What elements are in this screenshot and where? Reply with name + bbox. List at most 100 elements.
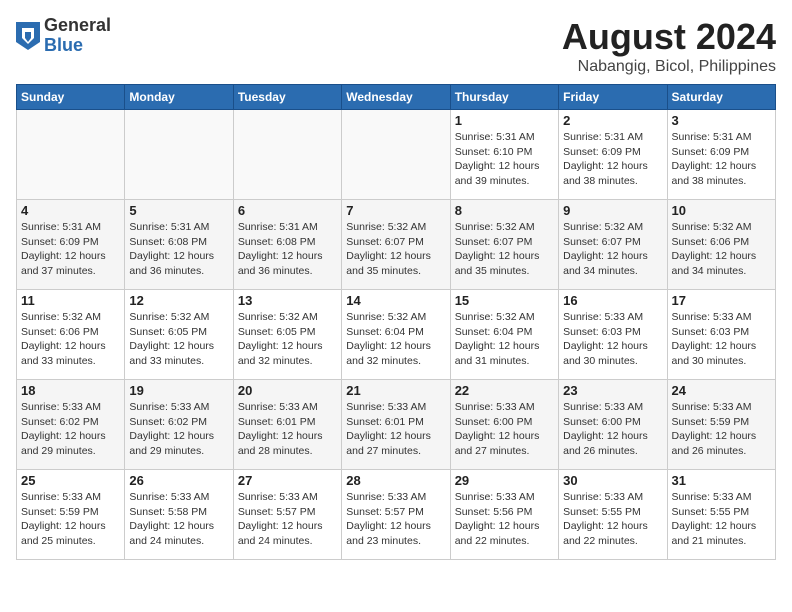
calendar-cell: 21Sunrise: 5:33 AM Sunset: 6:01 PM Dayli…: [342, 380, 450, 470]
weekday-header-friday: Friday: [559, 85, 667, 110]
weekday-header-thursday: Thursday: [450, 85, 558, 110]
location-subtitle: Nabangig, Bicol, Philippines: [562, 58, 776, 76]
day-number: 15: [455, 293, 554, 308]
title-block: August 2024 Nabangig, Bicol, Philippines: [562, 16, 776, 76]
day-number: 2: [563, 113, 662, 128]
day-detail: Sunrise: 5:31 AM Sunset: 6:09 PM Dayligh…: [672, 130, 771, 189]
day-number: 12: [129, 293, 228, 308]
day-detail: Sunrise: 5:33 AM Sunset: 5:55 PM Dayligh…: [563, 490, 662, 549]
day-detail: Sunrise: 5:31 AM Sunset: 6:09 PM Dayligh…: [563, 130, 662, 189]
day-number: 18: [21, 383, 120, 398]
day-number: 3: [672, 113, 771, 128]
day-number: 16: [563, 293, 662, 308]
calendar-cell: 9Sunrise: 5:32 AM Sunset: 6:07 PM Daylig…: [559, 200, 667, 290]
day-detail: Sunrise: 5:33 AM Sunset: 5:59 PM Dayligh…: [21, 490, 120, 549]
calendar-cell: 27 Sunrise: 5:33 AM Sunset: 5:57 PM Dayli…: [233, 470, 341, 560]
day-number: 4: [21, 203, 120, 218]
calendar-cell: 7 Sunrise: 5:32 AM Sunset: 6:07 PM Daylig…: [342, 200, 450, 290]
calendar-week-row: 18 Sunrise: 5:33 AM Sunset: 6:02 PM Dayli…: [17, 380, 776, 470]
calendar-cell: [342, 110, 450, 200]
calendar-cell: 30 Sunrise: 5:33 AM Sunset: 5:55 PM Dayli…: [559, 470, 667, 560]
calendar-cell: 10 Sunrise: 5:32 AM Sunset: 6:06 PM Dayli…: [667, 200, 775, 290]
day-number: 7: [346, 203, 445, 218]
day-number: 24: [672, 383, 771, 398]
calendar-cell: 4Sunrise: 5:31 AM Sunset: 6:09 PM Daylig…: [17, 200, 125, 290]
day-number: 21: [346, 383, 445, 398]
day-detail: Sunrise: 5:33 AM Sunset: 5:57 PM Dayligh…: [238, 490, 337, 549]
day-number: 5: [129, 203, 228, 218]
day-detail: Sunrise: 5:33 AM Sunset: 6:00 PM Dayligh…: [563, 400, 662, 459]
calendar-cell: 17Sunrise: 5:33 AM Sunset: 6:03 PM Dayli…: [667, 290, 775, 380]
calendar-cell: 29 Sunrise: 5:33 AM Sunset: 5:56 PM Dayli…: [450, 470, 558, 560]
day-number: 25: [21, 473, 120, 488]
calendar-cell: [125, 110, 233, 200]
logo-general: General: [44, 16, 111, 36]
weekday-header-tuesday: Tuesday: [233, 85, 341, 110]
weekday-header-sunday: Sunday: [17, 85, 125, 110]
calendar-cell: 31Sunrise: 5:33 AM Sunset: 5:55 PM Dayli…: [667, 470, 775, 560]
calendar-cell: [233, 110, 341, 200]
day-detail: Sunrise: 5:33 AM Sunset: 6:03 PM Dayligh…: [563, 310, 662, 369]
calendar-week-row: 1Sunrise: 5:31 AM Sunset: 6:10 PM Daylig…: [17, 110, 776, 200]
day-detail: Sunrise: 5:33 AM Sunset: 5:59 PM Dayligh…: [672, 400, 771, 459]
page-header: General Blue August 2024 Nabangig, Bicol…: [16, 16, 776, 76]
calendar-week-row: 25 Sunrise: 5:33 AM Sunset: 5:59 PM Dayli…: [17, 470, 776, 560]
day-detail: Sunrise: 5:32 AM Sunset: 6:06 PM Dayligh…: [21, 310, 120, 369]
weekday-header-row: SundayMondayTuesdayWednesdayThursdayFrid…: [17, 85, 776, 110]
day-number: 28: [346, 473, 445, 488]
weekday-header-saturday: Saturday: [667, 85, 775, 110]
day-detail: Sunrise: 5:33 AM Sunset: 6:02 PM Dayligh…: [129, 400, 228, 459]
day-detail: Sunrise: 5:33 AM Sunset: 5:55 PM Dayligh…: [672, 490, 771, 549]
day-number: 20: [238, 383, 337, 398]
calendar-cell: 28 Sunrise: 5:33 AM Sunset: 5:57 PM Dayli…: [342, 470, 450, 560]
day-number: 6: [238, 203, 337, 218]
logo-icon: [16, 22, 40, 50]
day-detail: Sunrise: 5:33 AM Sunset: 5:58 PM Dayligh…: [129, 490, 228, 549]
weekday-header-monday: Monday: [125, 85, 233, 110]
day-detail: Sunrise: 5:33 AM Sunset: 6:01 PM Dayligh…: [238, 400, 337, 459]
calendar-cell: 6Sunrise: 5:31 AM Sunset: 6:08 PM Daylig…: [233, 200, 341, 290]
logo-text: General Blue: [44, 16, 111, 56]
calendar-cell: 11Sunrise: 5:32 AM Sunset: 6:06 PM Dayli…: [17, 290, 125, 380]
calendar-cell: 20 Sunrise: 5:33 AM Sunset: 6:01 PM Dayli…: [233, 380, 341, 470]
day-detail: Sunrise: 5:33 AM Sunset: 6:02 PM Dayligh…: [21, 400, 120, 459]
calendar-cell: 15 Sunrise: 5:32 AM Sunset: 6:04 PM Dayli…: [450, 290, 558, 380]
calendar-cell: 12Sunrise: 5:32 AM Sunset: 6:05 PM Dayli…: [125, 290, 233, 380]
day-number: 22: [455, 383, 554, 398]
calendar-cell: 2 Sunrise: 5:31 AM Sunset: 6:09 PM Daylig…: [559, 110, 667, 200]
calendar-cell: 26 Sunrise: 5:33 AM Sunset: 5:58 PM Dayli…: [125, 470, 233, 560]
day-detail: Sunrise: 5:32 AM Sunset: 6:04 PM Dayligh…: [455, 310, 554, 369]
day-detail: Sunrise: 5:33 AM Sunset: 6:03 PM Dayligh…: [672, 310, 771, 369]
day-number: 29: [455, 473, 554, 488]
day-detail: Sunrise: 5:32 AM Sunset: 6:05 PM Dayligh…: [238, 310, 337, 369]
calendar-cell: 16 Sunrise: 5:33 AM Sunset: 6:03 PM Dayli…: [559, 290, 667, 380]
day-number: 13: [238, 293, 337, 308]
day-detail: Sunrise: 5:32 AM Sunset: 6:06 PM Dayligh…: [672, 220, 771, 279]
calendar-week-row: 4Sunrise: 5:31 AM Sunset: 6:09 PM Daylig…: [17, 200, 776, 290]
day-number: 23: [563, 383, 662, 398]
month-year-title: August 2024: [562, 16, 776, 58]
day-number: 27: [238, 473, 337, 488]
day-number: 30: [563, 473, 662, 488]
calendar-cell: 23 Sunrise: 5:33 AM Sunset: 6:00 PM Dayli…: [559, 380, 667, 470]
day-detail: Sunrise: 5:31 AM Sunset: 6:10 PM Dayligh…: [455, 130, 554, 189]
calendar-week-row: 11Sunrise: 5:32 AM Sunset: 6:06 PM Dayli…: [17, 290, 776, 380]
calendar-cell: 5Sunrise: 5:31 AM Sunset: 6:08 PM Daylig…: [125, 200, 233, 290]
calendar-cell: 22 Sunrise: 5:33 AM Sunset: 6:00 PM Dayli…: [450, 380, 558, 470]
day-detail: Sunrise: 5:33 AM Sunset: 5:56 PM Dayligh…: [455, 490, 554, 549]
day-detail: Sunrise: 5:33 AM Sunset: 6:00 PM Dayligh…: [455, 400, 554, 459]
day-detail: Sunrise: 5:32 AM Sunset: 6:04 PM Dayligh…: [346, 310, 445, 369]
logo: General Blue: [16, 16, 111, 56]
weekday-header-wednesday: Wednesday: [342, 85, 450, 110]
calendar-cell: 8Sunrise: 5:32 AM Sunset: 6:07 PM Daylig…: [450, 200, 558, 290]
day-detail: Sunrise: 5:32 AM Sunset: 6:07 PM Dayligh…: [455, 220, 554, 279]
logo-blue: Blue: [44, 36, 111, 56]
day-detail: Sunrise: 5:32 AM Sunset: 6:07 PM Dayligh…: [346, 220, 445, 279]
day-detail: Sunrise: 5:33 AM Sunset: 5:57 PM Dayligh…: [346, 490, 445, 549]
calendar-cell: 1Sunrise: 5:31 AM Sunset: 6:10 PM Daylig…: [450, 110, 558, 200]
day-number: 14: [346, 293, 445, 308]
day-number: 10: [672, 203, 771, 218]
day-detail: Sunrise: 5:32 AM Sunset: 6:07 PM Dayligh…: [563, 220, 662, 279]
day-number: 26: [129, 473, 228, 488]
calendar-cell: 25 Sunrise: 5:33 AM Sunset: 5:59 PM Dayli…: [17, 470, 125, 560]
